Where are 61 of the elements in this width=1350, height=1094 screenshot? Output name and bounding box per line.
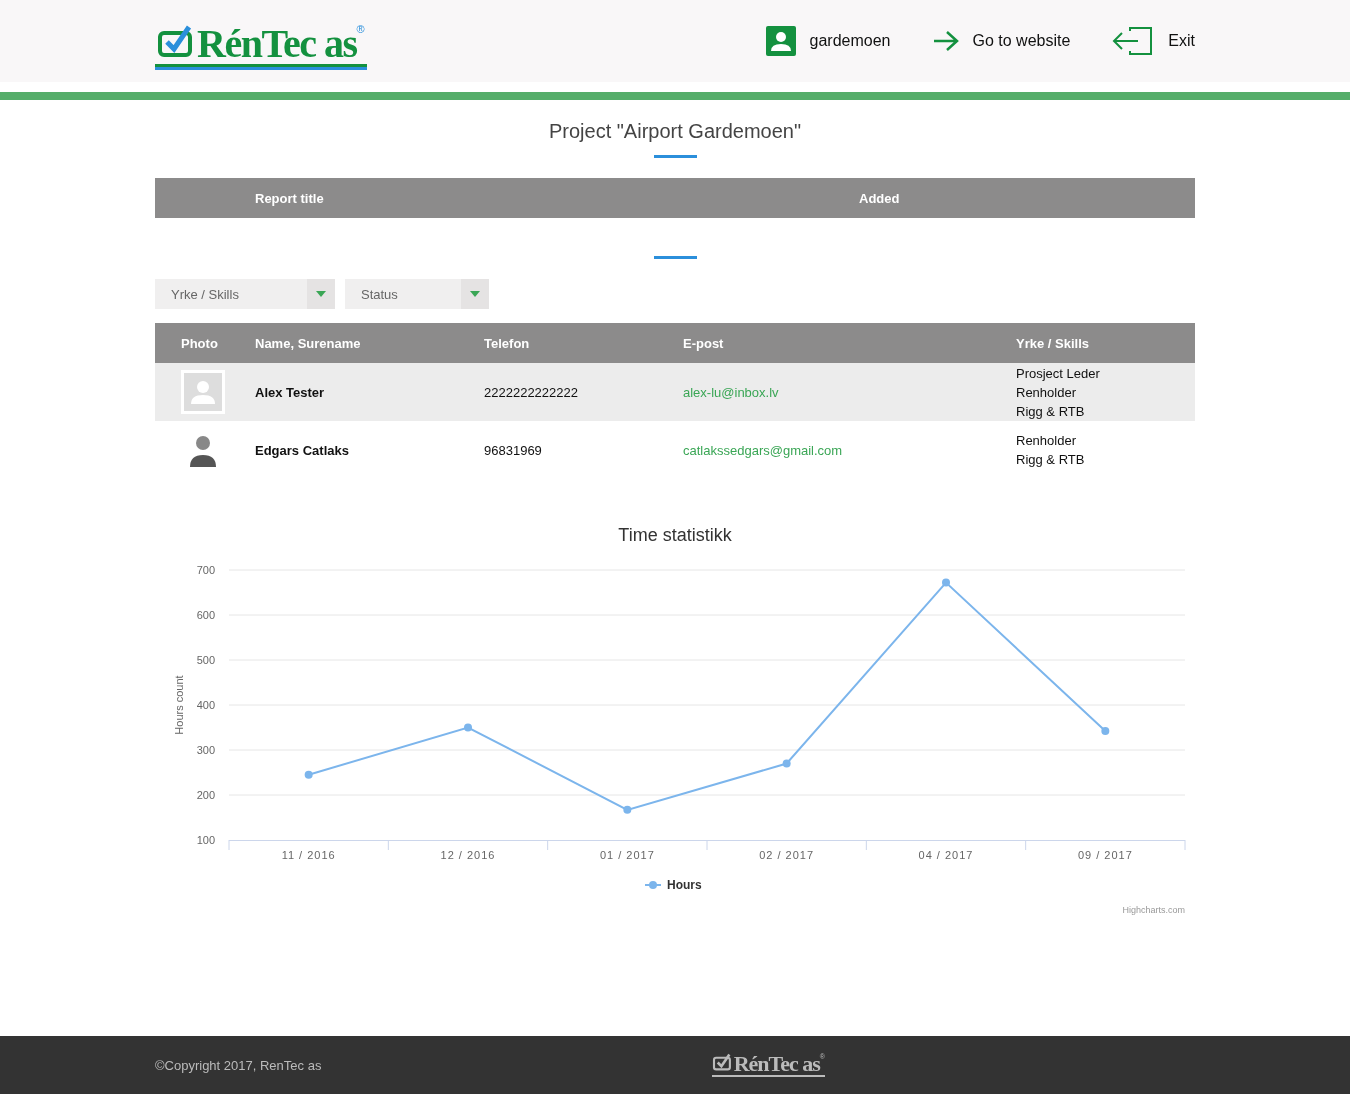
caret-icon [470, 291, 480, 297]
chart-credit[interactable]: Highcharts.com [155, 905, 1195, 915]
y-tick-label: 200 [196, 789, 215, 801]
name-cell-text: Alex Tester [255, 384, 326, 400]
exit-icon [1112, 25, 1155, 57]
data-point [304, 770, 313, 779]
y-tick-label: 100 [196, 834, 215, 846]
y-tick-label: 700 [196, 564, 215, 576]
column-header: Report title [255, 190, 325, 206]
x-tick-label: 11 / 2016 [281, 849, 336, 861]
filter-dropdown[interactable]: Status [345, 279, 489, 309]
column-header: Photo [180, 335, 219, 351]
footer-logo: RénTec as$^{®}$ [711, 1053, 825, 1077]
name-cell-text: Edgars Catlaks [255, 442, 350, 458]
arrow-right-icon [932, 30, 959, 52]
x-tick-label: 04 / 2017 [918, 849, 974, 861]
checkbox-logo-icon [711, 1053, 734, 1071]
data-point [942, 578, 950, 587]
email-link[interactable]: alex-lu@inbox.lv [683, 384, 1016, 400]
person-silhouette-icon [188, 433, 218, 467]
chart-title: Time statistikk [617, 525, 733, 546]
y-axis-title: Hours count [173, 675, 185, 735]
phone-cell-text: 96831969 [484, 442, 543, 458]
column-header: Name, Surename [255, 335, 362, 351]
caret-icon [316, 291, 326, 297]
x-tick-label: 12 / 2016 [440, 849, 496, 861]
column-header: Telefon [484, 335, 531, 351]
column-header: Yrke / Skills [1016, 335, 1090, 351]
x-tick-label: 01 / 2017 [599, 849, 655, 861]
column-header: Added [859, 190, 900, 206]
x-tick-label: 09 / 2017 [1077, 849, 1133, 861]
skill-text: Rigg & RTB [1016, 402, 1086, 421]
skill-text: Rigg & RTB [1016, 451, 1086, 469]
avatar-placeholder-icon [181, 370, 225, 414]
nav-link[interactable]: Exit [1112, 25, 1195, 57]
y-tick-label: 400 [196, 699, 215, 711]
column-header: E-post [683, 335, 725, 351]
skill-text: Renholder [1016, 432, 1077, 450]
data-point [464, 723, 472, 732]
skill-text: Renholder [1016, 383, 1077, 402]
nav-link[interactable]: gardemoen [765, 25, 891, 57]
email-link[interactable]: catlakssedgars@gmail.com [683, 442, 1016, 458]
copyright-text: ©Copyright 2017, RenTec as [155, 1057, 322, 1073]
skill-text: Prosject Leder [1016, 364, 1101, 383]
x-tick-label: 02 / 2017 [759, 849, 815, 861]
rentec-logo[interactable]: RénTec as$^{®}$ [155, 23, 367, 67]
user-icon [765, 26, 796, 56]
dropdown-placeholder: Status [360, 286, 399, 302]
data-point [782, 759, 791, 768]
legend-item[interactable]: Hours [644, 878, 702, 892]
y-tick-label: 300 [196, 744, 215, 756]
phone-cell-text: 2222222222222 [484, 384, 579, 400]
y-tick-label: 600 [196, 609, 215, 621]
data-point [623, 805, 632, 814]
nav-link[interactable]: Go to website [932, 25, 1071, 57]
dropdown-placeholder: Yrke / Skills [170, 286, 240, 302]
legend-label: Hours [667, 878, 702, 892]
y-tick-label: 500 [196, 654, 215, 666]
data-point [1101, 727, 1110, 736]
filter-dropdown[interactable]: Yrke / Skills [155, 279, 335, 309]
project-title: Project "Airport Gardemoen" [547, 120, 803, 143]
